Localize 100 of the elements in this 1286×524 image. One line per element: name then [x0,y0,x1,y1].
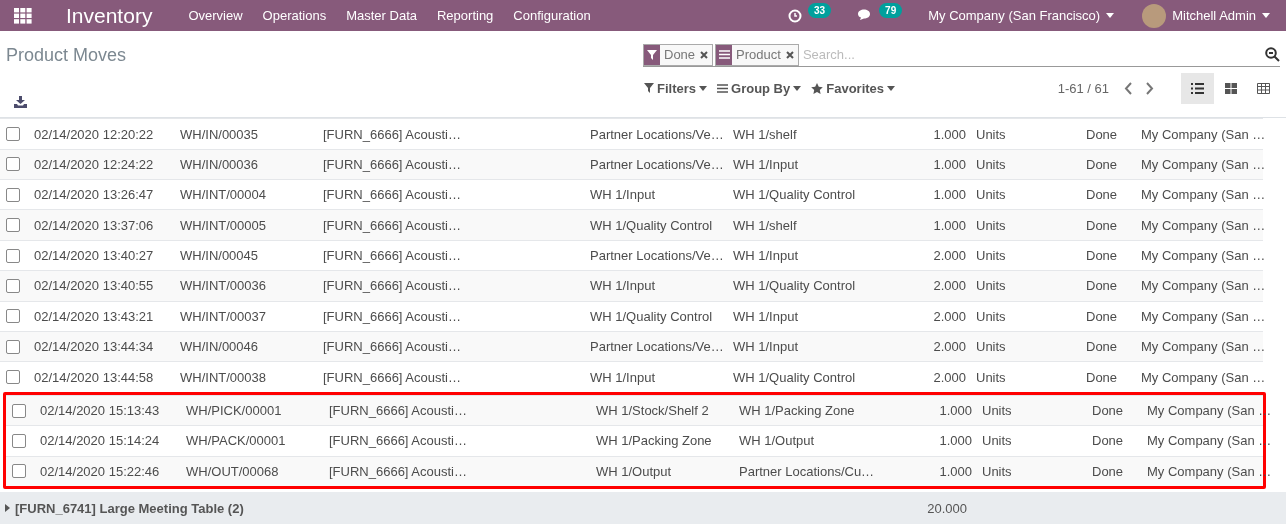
table-cell-text: WH/IN/00036 [179,156,260,172]
table-row[interactable]: 02/14/2020 13:44:34 WH/IN/00046 [FURN_6666] Acousti… Partner Locations/Ve… WH 1/Input 2.000 Units Done My Company (San … [0,331,1263,362]
search-menu-button[interactable]: Filters [639,80,712,96]
table-view-icon [1257,82,1270,94]
table-cell-text: 1.000 [938,463,973,479]
table-cell-text: WH 1/Output [738,433,816,449]
search-facet[interactable]: Done [643,43,714,66]
table-cell-text: WH 1/Input [732,308,800,324]
table-cell-text: WH/INT/00038 [179,369,267,385]
list-view-icon [1191,82,1204,94]
table-cell-text: Units [975,126,1007,142]
table-cell-text: WH/INT/00036 [179,278,267,294]
lines-icon [717,83,728,93]
table-cell-text: Units [981,433,1013,449]
table-cell-text: 1.000 [932,156,967,172]
table-cell-text: Done [1085,339,1119,355]
row-checkbox[interactable] [12,464,26,479]
table-cell-text: Units [975,369,1007,385]
table-cell-text: Done [1091,463,1125,479]
row-checkbox[interactable] [12,433,26,448]
table-cell-text: 1.000 [938,403,973,418]
table-cell-text: Done [1085,278,1119,294]
table-cell-text: 02/14/2020 13:26:47 [33,187,155,203]
user-avatar [1142,3,1167,28]
table-cell-text: 1.000 [932,217,967,233]
table-cell-text: 2.000 [932,369,967,385]
search-menu-button[interactable]: Group By [712,80,807,96]
table-cell-text: 02/14/2020 13:37:06 [33,217,155,233]
group-label[interactable]: [FURN_6741] Large Meeting Table (2) [0,500,870,516]
app-title: Inventory [66,3,153,28]
table-cell-text: My Company (San … [1140,339,1263,355]
table-cell-text: 1.000 [932,187,967,203]
row-checkbox[interactable] [12,403,26,418]
table-cell-text: 2.000 [932,339,967,355]
table-cell-text: 02/14/2020 12:24:22 [33,156,155,172]
table-cell-text: WH/INT/00004 [179,187,267,203]
table-cell-text: WH 1/Input [732,339,800,355]
menu-item[interactable]: Master Data [336,8,427,24]
search-facet[interactable]: Product [715,43,799,66]
menu-item[interactable]: Operations [252,8,337,24]
table-cell-text: WH 1/Input [589,278,657,294]
view-switch-button[interactable] [1181,72,1214,104]
table-cell-text: 02/14/2020 13:40:55 [33,278,155,294]
table-cell-text: 02/14/2020 15:22:46 [39,463,161,479]
row-checkbox[interactable] [6,127,20,141]
table-cell-text: Partner Locations/Ve… [589,248,725,264]
table-cell-text: Partner Locations/Ve… [589,126,725,142]
table-cell-text: WH/INT/00005 [179,217,267,233]
table-row[interactable]: 02/14/2020 13:37:06 WH/INT/00005 [FURN_6666] Acousti… WH 1/Quality Control WH 1/shelf 1.000 Units Done My Company (San … [0,209,1263,240]
caret-icon [887,85,896,91]
row-checkbox[interactable] [6,339,20,354]
table-cell-text: WH/IN/00046 [179,339,260,355]
close-icon[interactable] [785,50,794,59]
table-cell-text: 2.000 [932,278,967,294]
table-cell-text: Units [975,248,1007,264]
table-cell-text: WH 1/Input [732,156,800,172]
table-cell-text: WH 1/Input [589,369,657,385]
menu-item[interactable]: Overview [178,8,253,24]
table-cell-text: [FURN_6666] Acousti… [322,339,461,355]
search-menu-button[interactable]: Favorites [806,80,901,96]
table-row[interactable]: 02/14/2020 12:24:22 WH/IN/00036 [FURN_6666] Acousti… Partner Locations/Ve… WH 1/Input 1.000 Units Done My Company (San … [0,148,1263,180]
group-row[interactable]: [FURN_6741] Large Meeting Table (2) 20.000 [0,492,1286,524]
table-cell-text: Units [975,156,1007,172]
row-checkbox[interactable] [6,187,20,202]
table-cell-text: 02/14/2020 13:44:58 [33,369,155,385]
search-icon[interactable] [1265,47,1280,63]
table-cell-text: My Company (San … [1140,187,1263,203]
table-cell-text: WH 1/Stock/Shelf 2 [595,403,710,418]
row-checkbox[interactable] [6,278,20,293]
message-count: 79 [879,3,903,19]
menu-item[interactable]: Reporting [427,8,504,24]
table-cell-text: Partner Locations/Ve… [589,156,725,172]
table-cell-text: My Company (San … [1146,463,1269,479]
user-menu[interactable]: Mitchell Admin [1170,8,1278,24]
table-cell-text: My Company (San … [1146,403,1269,418]
row-checkbox[interactable] [6,157,20,172]
table-row[interactable]: 02/14/2020 13:40:55 WH/INT/00036 [FURN_6666] Acousti… WH 1/Input WH 1/Quality Control 2.000 Units Done My Company (San … [0,270,1263,301]
row-checkbox[interactable] [6,248,20,263]
caret-icon [1262,13,1270,19]
row-checkbox[interactable] [6,370,20,385]
row-checkbox[interactable] [6,309,20,324]
table-cell-text: 02/14/2020 13:43:21 [33,308,155,324]
caret-icon [699,85,707,91]
menu-item[interactable]: Configuration [503,8,601,24]
close-icon[interactable] [700,50,709,59]
table-cell-text: WH/IN/00045 [179,248,260,264]
funnel-icon [644,83,654,94]
table-cell-text: Done [1085,248,1119,264]
activity-count: 33 [808,3,832,19]
table-cell-text: WH 1/Input [589,187,657,203]
table-cell-text: My Company (San … [1140,278,1263,294]
table-cell-text: Units [981,403,1013,418]
table-cell-text: 1.000 [938,433,973,449]
company-switcher[interactable]: My Company (San Francisco) [920,8,1123,24]
table-cell-text: 2.000 [932,248,967,264]
grid-view-icon [1224,82,1237,94]
table-cell-text: My Company (San … [1146,433,1269,449]
table-cell-text: Partner Locations/Cu… [738,463,876,479]
row-checkbox[interactable] [6,218,20,233]
funnel-icon [647,49,657,60]
